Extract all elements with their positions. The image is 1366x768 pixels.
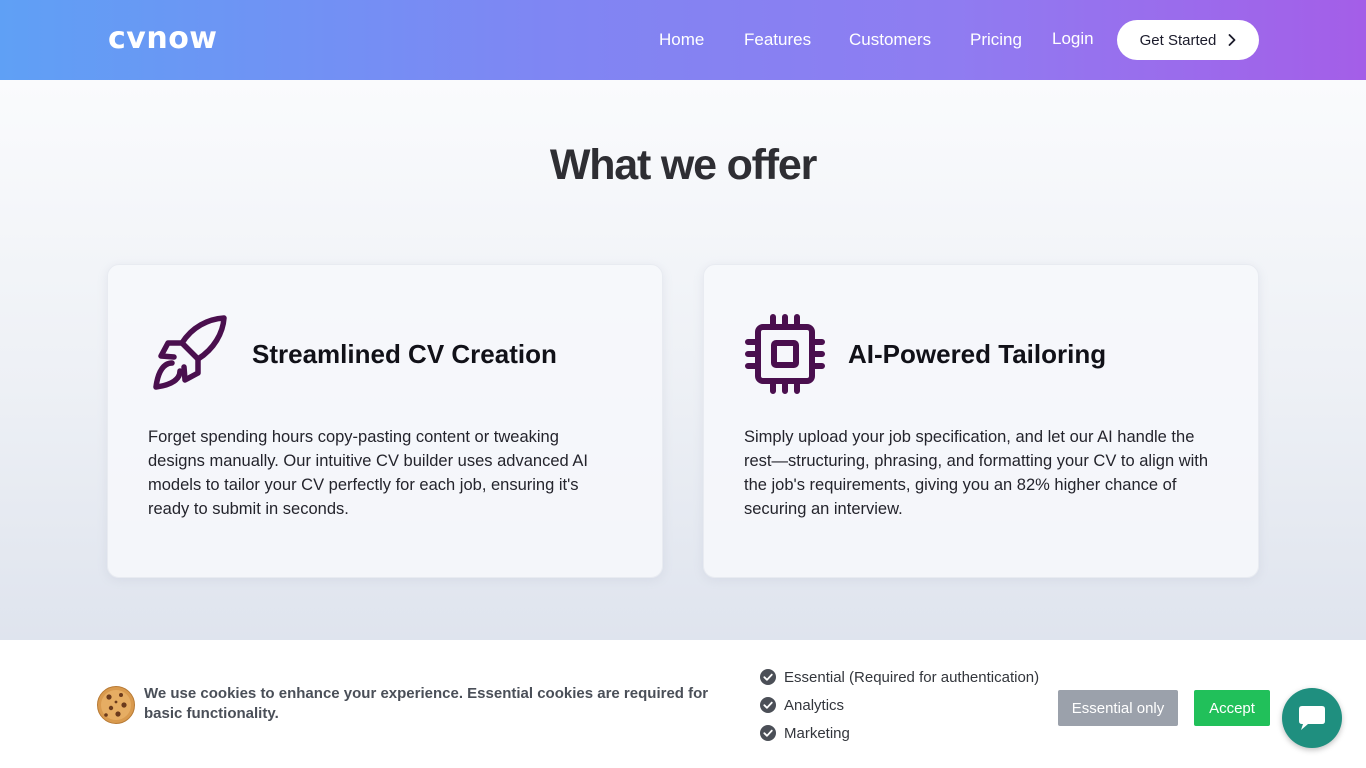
card-description: Forget spending hours copy-pasting conte… xyxy=(148,428,588,518)
cookie-option-label: Marketing xyxy=(784,724,850,742)
check-circle-icon xyxy=(760,669,776,685)
get-started-button[interactable]: Get Started xyxy=(1117,20,1259,60)
card-title: AI-Powered Tailoring xyxy=(848,339,1107,369)
site-header: cvnow Home Features Customers Pricing Lo… xyxy=(0,0,1366,80)
card-title: Streamlined CV Creation xyxy=(252,339,557,369)
cookie-consent-bar: We use cookies to enhance your experienc… xyxy=(0,640,1366,768)
essential-only-button[interactable]: Essential only xyxy=(1058,690,1178,726)
cookie-message: We use cookies to enhance your experienc… xyxy=(144,685,709,722)
chat-launcher-button[interactable] xyxy=(1282,688,1342,748)
cpu-chip-icon xyxy=(745,314,825,394)
nav-pricing[interactable]: Pricing xyxy=(970,29,1022,51)
cookie-option-marketing[interactable]: Marketing xyxy=(760,723,850,743)
offer-section: What we offer Streamlined CV Creation Fo… xyxy=(0,80,1366,640)
cookie-option-label: Analytics xyxy=(784,696,845,714)
feature-card-cv-creation: Streamlined CV Creation Forget spending … xyxy=(107,264,663,578)
nav-home[interactable]: Home xyxy=(659,29,704,51)
nav-customers[interactable]: Customers xyxy=(849,29,931,51)
rocket-icon xyxy=(153,315,227,390)
chat-bubble-icon xyxy=(1299,706,1325,730)
cookie-option-analytics[interactable]: Analytics xyxy=(760,695,844,715)
card-description: Simply upload your job specification, an… xyxy=(744,428,1209,518)
logo[interactable]: cvnow xyxy=(108,22,218,56)
cookie-option-essential[interactable]: Essential (Required for authentication) xyxy=(760,667,1039,687)
check-circle-icon xyxy=(760,697,776,713)
accept-button[interactable]: Accept xyxy=(1194,690,1270,726)
get-started-label: Get Started xyxy=(1139,31,1217,49)
section-title: What we offer xyxy=(549,141,817,189)
nav-features[interactable]: Features xyxy=(744,29,811,51)
feature-card-ai-tailoring: AI-Powered Tailoring Simply upload your … xyxy=(703,264,1259,578)
cookie-icon xyxy=(97,686,135,724)
nav-login[interactable]: Login xyxy=(1052,28,1094,50)
cookie-option-label: Essential (Required for authentication) xyxy=(784,668,1040,686)
chevron-right-icon xyxy=(1228,34,1236,46)
check-circle-icon xyxy=(760,725,776,741)
